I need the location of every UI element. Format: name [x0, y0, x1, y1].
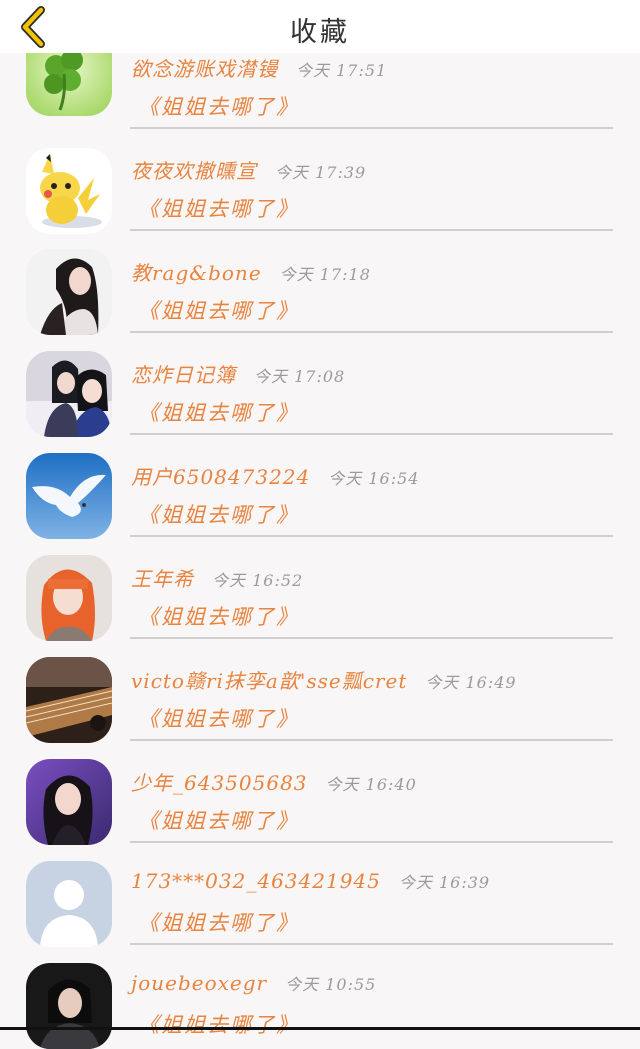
avatar[interactable] [26, 759, 112, 845]
avatar[interactable] [26, 555, 112, 641]
favorite-message[interactable]: 《姐姐去哪了》 [138, 91, 299, 121]
timestamp: 今天 16:52 [212, 571, 304, 590]
favorite-message[interactable]: 《姐姐去哪了》 [138, 907, 299, 937]
favorite-message[interactable]: 《姐姐去哪了》 [138, 193, 299, 223]
user-name[interactable]: 用户6508473224 [131, 465, 310, 489]
avatar[interactable] [26, 453, 112, 539]
timestamp: 今天 17:18 [279, 265, 371, 284]
user-name[interactable]: 夜夜欢撤曛宣 [131, 159, 257, 183]
user-name[interactable]: victo赣ri抹孪a歆'sse瓢cret [131, 669, 407, 693]
favorite-item[interactable]: 173***032_463421945 今天 16:39 《姐姐去哪了》 [0, 843, 640, 947]
favorite-meta: victo赣ri抹孪a歆'sse瓢cret 今天 16:49 [131, 665, 517, 695]
avatar[interactable] [26, 963, 112, 1049]
avatar-guzheng-image [26, 657, 112, 743]
timestamp: 今天 17:08 [254, 367, 346, 386]
favorite-meta: jouebeoxegr 今天 10:55 [131, 971, 376, 1001]
avatar-girl-purple-image [26, 759, 112, 845]
favorite-meta: 教rag&bone 今天 17:18 [131, 257, 371, 287]
avatar-orange-hair-girl-image [26, 555, 112, 641]
favorite-item[interactable]: 少年_643505683 今天 16:40 《姐姐去哪了》 [0, 741, 640, 845]
avatar-two-girls-image [26, 351, 112, 437]
favorite-meta: 恋炸日记簿 今天 17:08 [131, 359, 345, 389]
user-name[interactable]: 恋炸日记簿 [131, 363, 236, 387]
favorite-item[interactable]: victo赣ri抹孪a歆'sse瓢cret 今天 16:49 《姐姐去哪了》 [0, 639, 640, 743]
avatar[interactable] [26, 657, 112, 743]
favorite-message[interactable]: 《姐姐去哪了》 [138, 805, 299, 835]
timestamp: 今天 17:51 [296, 61, 388, 80]
user-name[interactable]: jouebeoxegr [131, 971, 267, 995]
favorite-item[interactable]: 用户6508473224 今天 16:54 《姐姐去哪了》 [0, 435, 640, 539]
favorite-message[interactable]: 《姐姐去哪了》 [138, 295, 299, 325]
timestamp: 今天 16:49 [425, 673, 517, 692]
favorite-meta: 欲念游账戏潸镘 今天 17:51 [131, 53, 387, 83]
favorite-message[interactable]: 《姐姐去哪了》 [138, 499, 299, 529]
favorite-meta: 王年希 今天 16:52 [131, 563, 303, 593]
avatar-warrior-girl-image [26, 963, 112, 1049]
favorite-meta: 夜夜欢撤曛宣 今天 17:39 [131, 155, 366, 185]
favorite-meta: 用户6508473224 今天 16:54 [131, 461, 419, 491]
avatar[interactable] [26, 351, 112, 437]
favorite-message[interactable]: 《姐姐去哪了》 [138, 1009, 299, 1039]
favorite-message[interactable]: 《姐姐去哪了》 [138, 397, 299, 427]
user-name[interactable]: 欲念游账戏潸镘 [131, 57, 278, 81]
avatar-dove-image [26, 453, 112, 539]
favorite-meta: 少年_643505683 今天 16:40 [131, 767, 417, 797]
timestamp: 今天 16:54 [328, 469, 420, 488]
avatar[interactable] [26, 249, 112, 335]
timestamp: 今天 17:39 [275, 163, 367, 182]
avatar[interactable] [26, 861, 112, 947]
favorite-item[interactable]: 教rag&bone 今天 17:18 《姐姐去哪了》 [0, 231, 640, 335]
favorite-message[interactable]: 《姐姐去哪了》 [138, 703, 299, 733]
favorite-message[interactable]: 《姐姐去哪了》 [138, 601, 299, 631]
favorite-item[interactable]: 恋炸日记簿 今天 17:08 《姐姐去哪了》 [0, 333, 640, 437]
favorite-meta: 173***032_463421945 今天 16:39 [131, 869, 490, 899]
timestamp: 今天 16:39 [398, 873, 491, 892]
favorite-item[interactable]: 王年希 今天 16:52 《姐姐去哪了》 [0, 537, 640, 641]
header-bar: 收藏 [0, 0, 640, 53]
default-user-icon [26, 861, 112, 947]
favorite-item[interactable]: 夜夜欢撤曛宣 今天 17:39 《姐姐去哪了》 [0, 129, 640, 234]
avatar-pikachu-image [26, 148, 112, 234]
user-name[interactable]: 王年希 [131, 567, 194, 591]
user-name[interactable]: 教rag&bone [131, 261, 262, 285]
user-name[interactable]: 少年_643505683 [131, 771, 308, 795]
user-name[interactable]: 173***032_463421945 [131, 869, 381, 893]
avatar-girl-dark-hair-image [26, 249, 112, 335]
page-title: 收藏 [290, 17, 350, 48]
favorite-item[interactable]: jouebeoxegr 今天 10:55 《姐姐去哪了》 [0, 945, 640, 1049]
timestamp: 今天 16:40 [325, 775, 417, 794]
avatar[interactable] [26, 148, 112, 234]
timestamp: 今天 10:55 [285, 975, 377, 994]
